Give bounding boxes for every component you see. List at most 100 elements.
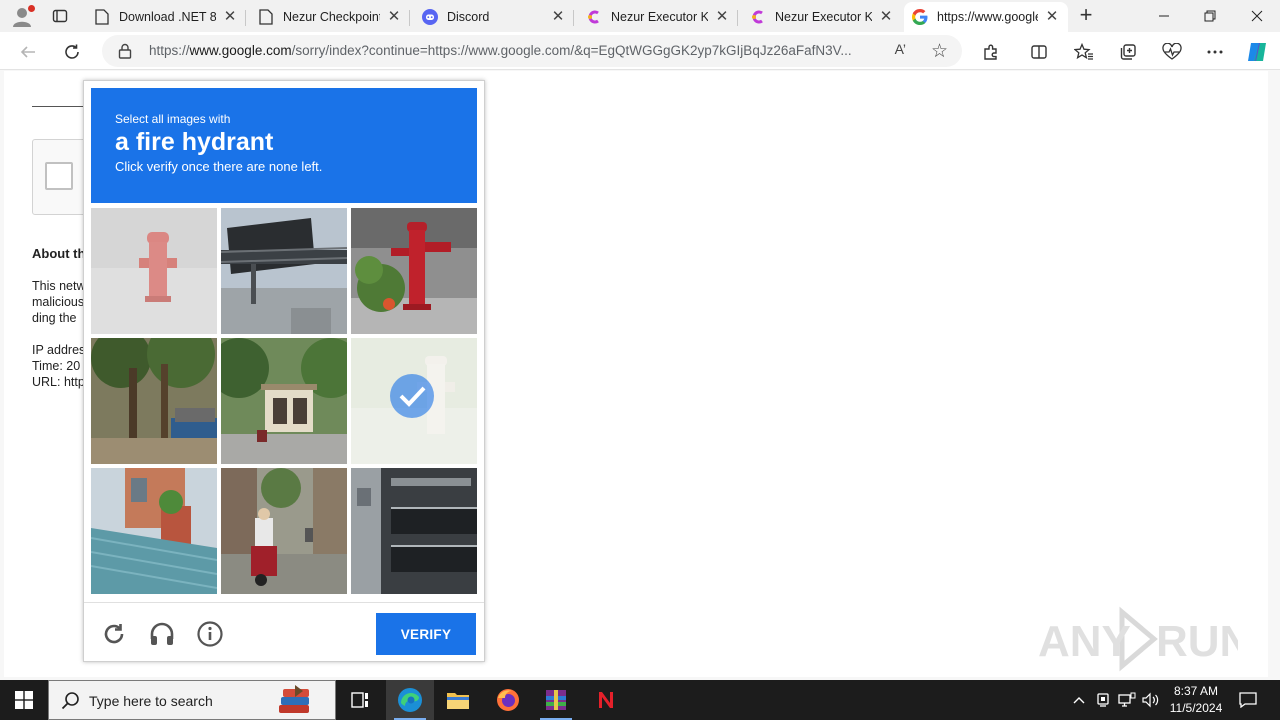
tab-dotnet[interactable]: Download .NET 8.0 ✕ (86, 2, 246, 32)
lock-icon (118, 43, 132, 59)
image-tile[interactable] (221, 468, 347, 594)
image-tile[interactable] (91, 468, 217, 594)
browser-essentials-button[interactable] (1159, 39, 1185, 65)
page-icon (94, 9, 110, 25)
browser-toolbar: https://www.google.com/sorry/index?conti… (0, 32, 1280, 70)
taskbar-firefox[interactable] (484, 680, 532, 720)
new-tab-button[interactable]: + (1074, 4, 1098, 27)
notification-icon (1239, 692, 1257, 708)
url-line: URL: http (32, 375, 84, 389)
refresh-icon (65, 44, 79, 59)
instruction-small: Select all images with (115, 112, 231, 126)
favorites-button[interactable] (1071, 39, 1097, 65)
restore-button[interactable] (1187, 0, 1233, 32)
address-bar[interactable]: https://www.google.com/sorry/index?conti… (102, 35, 962, 67)
taskbar-edge[interactable] (386, 680, 434, 720)
about-text-line: This netw (32, 279, 84, 293)
tray-volume[interactable] (1140, 680, 1162, 720)
recaptcha-checkbox[interactable] (45, 162, 73, 190)
minimize-button[interactable] (1141, 0, 1187, 32)
back-button[interactable] (15, 39, 41, 65)
taskbar-winrar[interactable] (532, 680, 580, 720)
about-text-line: malicious (32, 295, 84, 309)
image-tile[interactable] (91, 208, 217, 334)
taskbar-clock[interactable]: 8:37 AM 11/5/2024 (1160, 683, 1232, 717)
tab-close-button[interactable]: ✕ (1044, 9, 1060, 25)
add-favorite-icon[interactable]: ☆ (931, 40, 948, 63)
windows-taskbar: Type here to search 8:37 AM 11/5/2024 (0, 680, 1280, 720)
tab-close-button[interactable]: ✕ (386, 9, 402, 25)
minimize-icon (1159, 15, 1169, 17)
clock-time: 8:37 AM (1173, 684, 1219, 698)
time-line: Time: 20 (32, 359, 81, 373)
url-host: www.google.com (189, 43, 292, 58)
image-tile[interactable] (91, 338, 217, 464)
copilot-button[interactable] (1244, 39, 1270, 65)
taskbar-nezur-app[interactable] (582, 680, 630, 720)
tab-google-active[interactable]: https://www.google.com ✕ (904, 2, 1068, 32)
challenge-target: a fire hydrant (115, 128, 274, 156)
winrar-icon (546, 690, 566, 710)
url-prefix: https:// (149, 43, 190, 58)
notifications-button[interactable] (1234, 680, 1262, 720)
network-icon (1118, 692, 1136, 707)
image-tile[interactable] (221, 338, 347, 464)
nezur-n-icon (599, 692, 613, 708)
search-highlight-icon (275, 685, 317, 717)
tab-discord[interactable]: Discord ✕ (414, 2, 574, 32)
image-tile[interactable] (221, 208, 347, 334)
task-view-button[interactable] (336, 680, 384, 720)
restore-icon (1204, 10, 1216, 22)
image-tile-selected[interactable] (351, 338, 477, 464)
challenge-footer: VERIFY (84, 602, 484, 662)
url-path: /sorry/index?continue=https://www.google… (291, 43, 852, 58)
refresh-button[interactable] (59, 39, 85, 65)
about-text-line: ding the (32, 311, 77, 325)
collections-button[interactable] (1115, 39, 1141, 65)
help-button[interactable] (196, 620, 224, 648)
reload-challenge-button[interactable] (100, 620, 128, 648)
discord-icon (422, 9, 438, 25)
taskbar-search-box[interactable]: Type here to search (48, 680, 336, 720)
tab-title: Download .NET 8.0 (119, 10, 216, 24)
tab-close-button[interactable]: ✕ (550, 9, 566, 25)
start-button[interactable] (0, 680, 48, 720)
speaker-icon (1142, 692, 1159, 708)
profile-avatar[interactable] (10, 4, 35, 28)
collections-icon (1120, 44, 1136, 60)
nezur-icon (586, 9, 602, 25)
tray-overflow-button[interactable] (1068, 680, 1090, 720)
tab-nezur-key-1[interactable]: Nezur Executor Key ✕ (578, 2, 738, 32)
settings-more-button[interactable] (1202, 39, 1228, 65)
verify-button[interactable]: VERIFY (376, 613, 476, 655)
taskbar-file-explorer[interactable] (434, 680, 482, 720)
anyrun-logo-icon: ANY RUN (1038, 606, 1251, 672)
tray-network[interactable] (1116, 680, 1138, 720)
anyrun-watermark: ANY RUN (1038, 604, 1251, 674)
audio-challenge-button[interactable] (148, 620, 176, 648)
reload-icon (104, 624, 124, 644)
split-screen-button[interactable] (1026, 39, 1052, 65)
url-text[interactable]: https://www.google.com/sorry/index?conti… (149, 43, 884, 58)
image-tile[interactable] (351, 208, 477, 334)
info-icon (197, 621, 223, 647)
tab-close-button[interactable]: ✕ (714, 9, 730, 25)
profile-alert-dot (28, 5, 35, 12)
edge-icon (398, 688, 422, 712)
tab-actions-button[interactable] (48, 4, 72, 28)
tab-close-button[interactable]: ✕ (222, 9, 238, 25)
tab-title: Nezur Checkpoint (283, 10, 380, 24)
task-view-icon (351, 692, 368, 708)
tab-close-button[interactable]: ✕ (878, 9, 894, 25)
tray-security[interactable] (1092, 680, 1114, 720)
ip-address-line: IP addres (32, 343, 84, 357)
read-aloud-icon[interactable]: A’ (895, 41, 906, 57)
search-icon (61, 691, 81, 711)
close-window-button[interactable] (1234, 0, 1280, 32)
tab-nezur-checkpoint[interactable]: Nezur Checkpoint ✕ (250, 2, 410, 32)
tab-title: Nezur Executor Key (611, 10, 708, 24)
extensions-button[interactable] (978, 39, 1004, 65)
image-tile[interactable] (351, 468, 477, 594)
search-placeholder: Type here to search (89, 693, 213, 709)
tab-nezur-key-2[interactable]: Nezur Executor Key ✕ (742, 2, 902, 32)
